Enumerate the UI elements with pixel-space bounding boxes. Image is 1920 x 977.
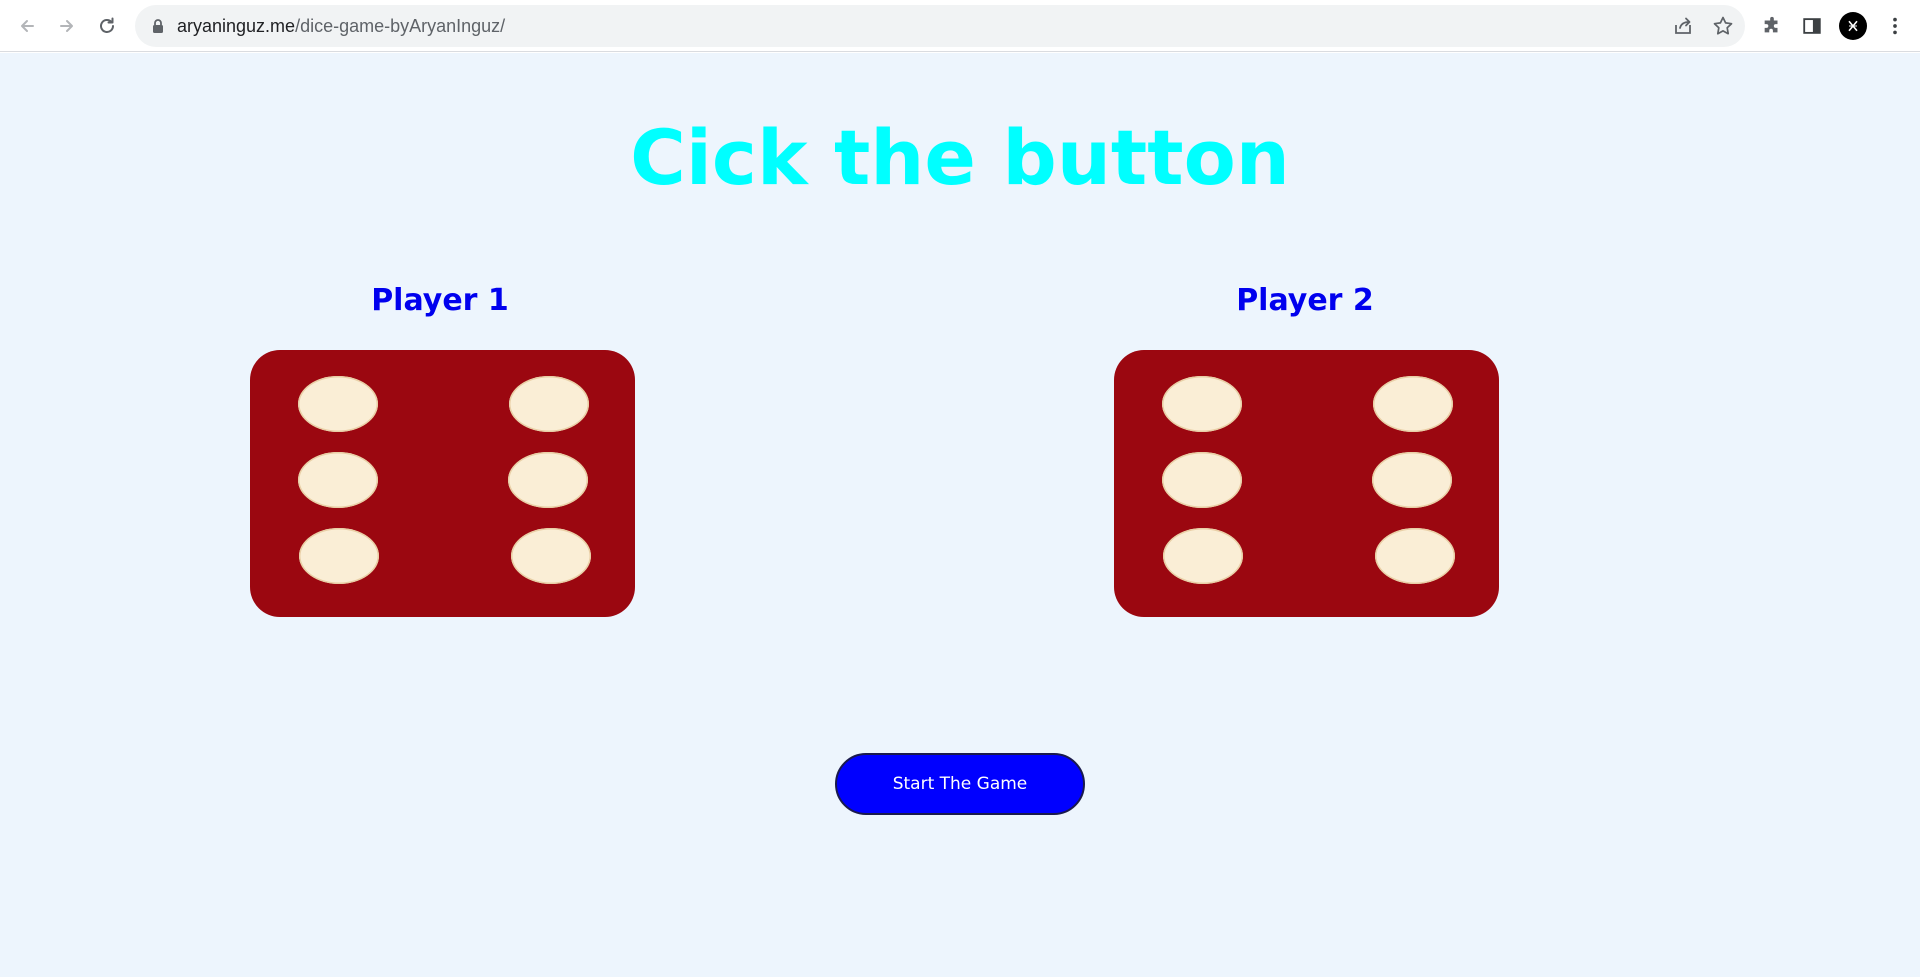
url-host: aryaninguz.me	[177, 16, 296, 36]
url-path: /dice-game-byAryanInguz/	[295, 16, 506, 36]
die-pip	[1375, 528, 1455, 584]
die-pip	[298, 376, 378, 432]
die-pip	[509, 376, 589, 432]
player-1-name: Player 1	[371, 283, 509, 318]
player-1-die	[250, 350, 635, 617]
player-2-panel: Player 2	[1095, 281, 1515, 321]
lock-icon[interactable]	[150, 18, 166, 34]
address-bar[interactable]: aryaninguz.me/dice-game-byAryanInguz/	[135, 5, 1745, 47]
profile-avatar[interactable]	[1839, 12, 1867, 40]
player-1-panel: Player 1	[230, 281, 650, 321]
reload-icon[interactable]	[90, 9, 124, 43]
die-pip	[508, 452, 588, 508]
page-title: Cick the button	[630, 113, 1290, 202]
start-game-button[interactable]: Start The Game	[835, 753, 1085, 815]
side-panel-icon[interactable]	[1800, 14, 1824, 38]
die-pip	[1373, 376, 1453, 432]
die-pip	[298, 452, 378, 508]
die-pip	[299, 528, 379, 584]
player-2-name: Player 2	[1236, 283, 1374, 318]
browser-toolbar: aryaninguz.me/dice-game-byAryanInguz/	[0, 0, 1920, 52]
die-pip	[1372, 452, 1452, 508]
share-icon[interactable]	[1672, 15, 1694, 37]
die-pip	[1162, 452, 1242, 508]
star-icon[interactable]	[1712, 15, 1734, 37]
page-body: Cick the button Player 1 Player 2 Start …	[0, 53, 1920, 977]
puzzle-icon[interactable]	[1760, 14, 1784, 38]
die-pip	[511, 528, 591, 584]
back-arrow-icon[interactable]	[10, 9, 44, 43]
forward-arrow-icon[interactable]	[50, 9, 84, 43]
die-pip	[1162, 376, 1242, 432]
kebab-menu-icon[interactable]	[1883, 14, 1907, 38]
url-text[interactable]: aryaninguz.me/dice-game-byAryanInguz/	[177, 16, 505, 36]
player-2-die	[1114, 350, 1499, 617]
die-pip	[1163, 528, 1243, 584]
